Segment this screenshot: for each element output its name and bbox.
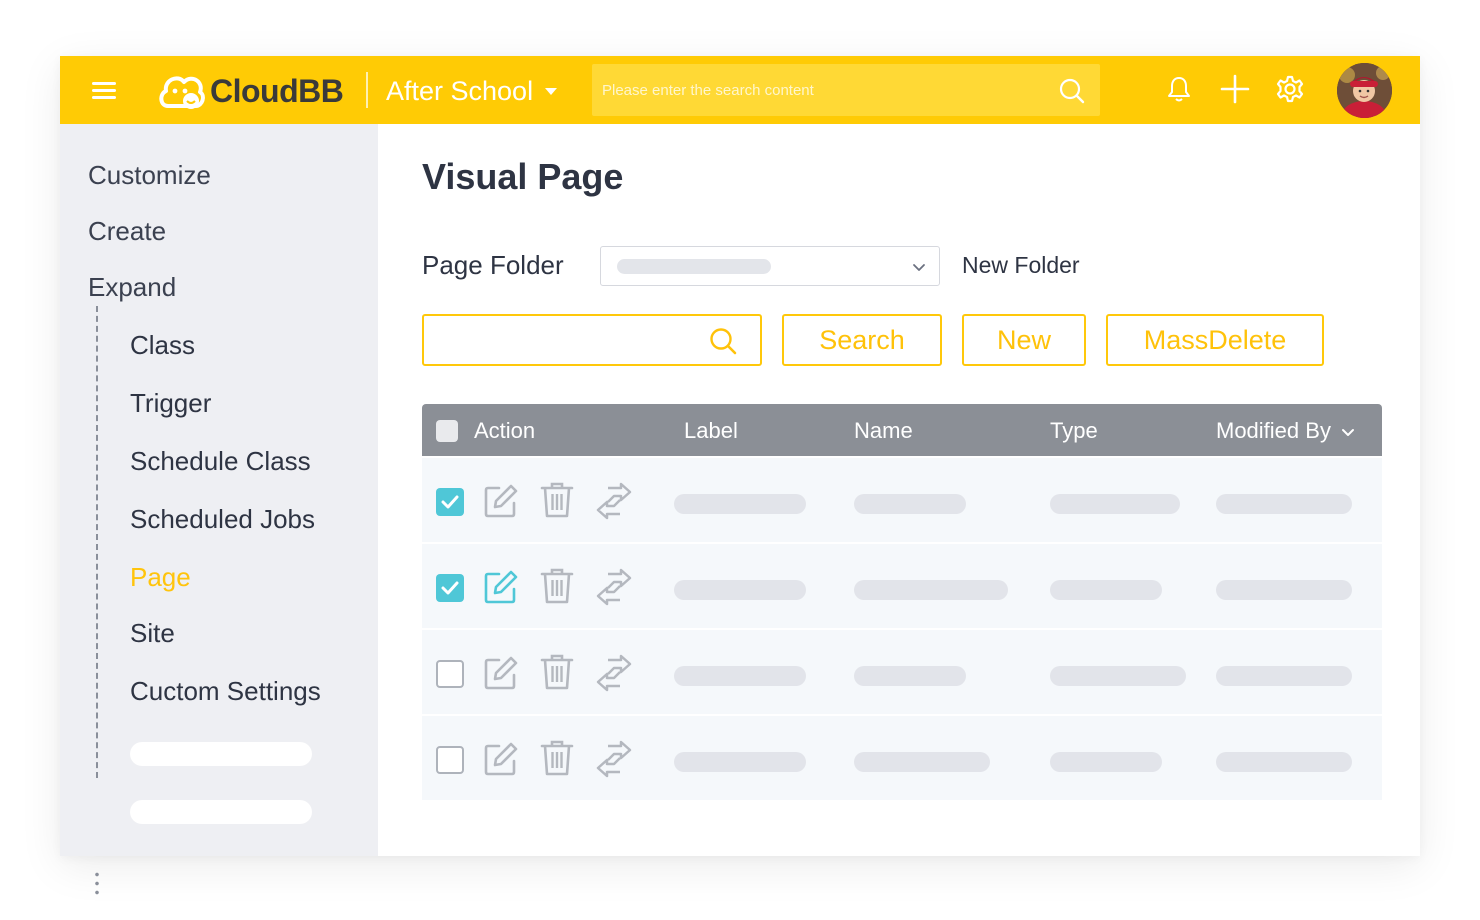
cell-name-placeholder xyxy=(854,580,1008,600)
sidebar: Customize Create Expand Class Trigger Sc… xyxy=(60,124,378,896)
table-row[interactable] xyxy=(422,544,1382,628)
cell-name-placeholder xyxy=(854,666,966,686)
edit-icon[interactable] xyxy=(482,740,520,778)
trash-icon[interactable] xyxy=(538,566,576,606)
transfer-arrows-icon[interactable] xyxy=(594,654,634,692)
transfer-arrows-icon[interactable] xyxy=(594,740,634,778)
search-icon[interactable] xyxy=(708,326,738,356)
column-header-label[interactable]: Label xyxy=(684,418,738,444)
logo-text: CloudBB xyxy=(210,72,344,109)
cell-label-placeholder xyxy=(674,580,806,600)
column-header-type[interactable]: Type xyxy=(1050,418,1098,444)
sidebar-item-create[interactable]: Create xyxy=(88,216,166,247)
tree-connector-line xyxy=(96,306,98,778)
trash-icon[interactable] xyxy=(538,480,576,520)
row-checkbox[interactable] xyxy=(436,746,464,774)
sort-chevron-down-icon[interactable] xyxy=(1341,425,1355,439)
record-search-input[interactable] xyxy=(434,328,704,354)
cell-type-placeholder xyxy=(1050,752,1162,772)
sidebar-item-expand[interactable]: Expand xyxy=(88,272,176,303)
transfer-arrows-icon[interactable] xyxy=(594,568,634,606)
header-divider xyxy=(366,72,368,108)
cell-type-placeholder xyxy=(1050,666,1186,686)
new-folder-link[interactable]: New Folder xyxy=(962,252,1080,279)
edit-icon[interactable] xyxy=(482,654,520,692)
row-checkbox[interactable] xyxy=(436,660,464,688)
trash-icon[interactable] xyxy=(538,652,576,692)
chevron-down-icon xyxy=(913,264,925,271)
app-window: CloudBB After School Please enter the se… xyxy=(60,56,1420,896)
trash-icon[interactable] xyxy=(538,738,576,778)
top-bar: CloudBB After School xyxy=(60,56,1420,124)
record-search-box xyxy=(422,314,762,366)
cell-name-placeholder xyxy=(854,494,966,514)
page-folder-select[interactable] xyxy=(600,246,940,286)
sidebar-item-custom-settings[interactable]: Cuctom Settings xyxy=(130,676,321,707)
new-button[interactable]: New xyxy=(962,314,1086,366)
cell-type-placeholder xyxy=(1050,494,1180,514)
column-header-modified-by[interactable]: Modified By xyxy=(1216,418,1355,444)
sidebar-item-class[interactable]: Class xyxy=(130,330,195,361)
folder-value-placeholder xyxy=(617,259,771,274)
sidebar-item-customize[interactable]: Customize xyxy=(88,160,211,191)
mass-delete-button[interactable]: MassDelete xyxy=(1106,314,1324,366)
transfer-arrows-icon[interactable] xyxy=(594,482,634,520)
cell-label-placeholder xyxy=(674,752,806,772)
global-search xyxy=(592,64,1100,116)
select-all-checkbox[interactable] xyxy=(436,420,458,442)
sidebar-item-page[interactable]: Page xyxy=(130,562,191,593)
edit-icon[interactable] xyxy=(482,482,520,520)
menu-icon[interactable] xyxy=(90,80,118,100)
search-button[interactable]: Search xyxy=(782,314,942,366)
cell-name-placeholder xyxy=(854,752,990,772)
cell-modified-by-placeholder xyxy=(1216,580,1352,600)
sidebar-item-schedule-class[interactable]: Schedule Class xyxy=(130,446,311,477)
logo: CloudBB xyxy=(158,69,344,113)
table-row[interactable] xyxy=(422,630,1382,714)
sidebar-item-trigger[interactable]: Trigger xyxy=(130,388,211,419)
bell-icon[interactable] xyxy=(1164,74,1194,104)
user-avatar[interactable] xyxy=(1337,63,1392,118)
column-header-name[interactable]: Name xyxy=(854,418,913,444)
table-header: Action Label Name Type Modified By xyxy=(422,404,1382,456)
cell-modified-by-placeholder xyxy=(1216,494,1352,514)
cell-modified-by-placeholder xyxy=(1216,752,1352,772)
tree-connector-dots xyxy=(95,870,99,896)
cloud-face-icon xyxy=(159,76,205,109)
cell-type-placeholder xyxy=(1050,580,1162,600)
gear-icon[interactable] xyxy=(1275,74,1305,104)
column-header-modified-by-label: Modified By xyxy=(1216,418,1331,443)
table-row[interactable] xyxy=(422,716,1382,800)
sidebar-placeholder-item xyxy=(130,800,312,824)
table-row[interactable] xyxy=(422,458,1382,542)
edit-icon[interactable] xyxy=(482,568,520,606)
page-title: Visual Page xyxy=(422,156,624,197)
row-checkbox[interactable] xyxy=(436,574,464,602)
cell-modified-by-placeholder xyxy=(1216,666,1352,686)
app-switcher[interactable]: After School xyxy=(386,74,558,108)
app-name: After School xyxy=(386,75,534,106)
cell-label-placeholder xyxy=(674,494,806,514)
sidebar-placeholder-item xyxy=(130,742,312,766)
sidebar-item-site[interactable]: Site xyxy=(130,618,175,649)
search-icon[interactable] xyxy=(1058,77,1086,105)
row-checkbox[interactable] xyxy=(436,488,464,516)
cell-label-placeholder xyxy=(674,666,806,686)
plus-icon[interactable] xyxy=(1220,74,1250,104)
column-header-action: Action xyxy=(474,418,536,443)
page-folder-label: Page Folder xyxy=(422,250,564,280)
sidebar-item-scheduled-jobs[interactable]: Scheduled Jobs xyxy=(130,504,315,535)
caret-down-icon xyxy=(545,87,558,95)
global-search-input[interactable] xyxy=(602,78,1042,102)
